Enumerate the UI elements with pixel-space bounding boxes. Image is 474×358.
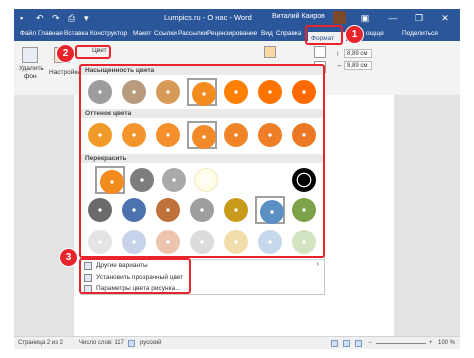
picture-style-icon[interactable] <box>264 46 276 58</box>
redo-icon[interactable]: ↷ <box>52 13 60 23</box>
status-bar: Страница 2 из 2 Число слов: 117 русский … <box>14 336 460 349</box>
height-icon: ↕ <box>336 50 340 57</box>
web-layout-icon[interactable] <box>355 340 362 347</box>
tab-references[interactable]: Ссылки <box>154 30 177 37</box>
zoom-out-icon[interactable]: − <box>368 340 372 346</box>
tab-mailings[interactable]: Рассылки <box>178 30 207 37</box>
tab-tell-me[interactable]: ощще <box>366 30 384 37</box>
close-icon[interactable]: ✕ <box>438 11 452 25</box>
format-tab-highlight <box>305 25 343 45</box>
share-button[interactable]: Поделиться <box>402 30 438 37</box>
width-field[interactable]: 8,89 см <box>344 61 372 70</box>
read-mode-icon[interactable] <box>331 340 338 347</box>
print-icon[interactable]: ⎙ <box>68 13 75 23</box>
callout-badge-1: 1 <box>345 25 364 44</box>
callout-badge-2: 2 <box>56 44 75 63</box>
remove-background-icon[interactable] <box>22 47 38 63</box>
language[interactable]: русский <box>140 340 162 346</box>
color-gallery-highlight <box>79 64 325 258</box>
arrange-icon[interactable] <box>314 46 326 58</box>
tab-help[interactable]: Справка <box>276 30 302 37</box>
remove-background-label-1[interactable]: Удалить <box>19 65 44 72</box>
menu-items-highlight <box>79 258 191 294</box>
word-count[interactable]: Число слов: 117 <box>79 340 124 346</box>
tab-layout[interactable]: Макет <box>133 30 151 37</box>
tab-view[interactable]: Вид <box>261 30 273 37</box>
undo-icon[interactable]: ↶ <box>36 13 44 23</box>
color-button-highlight[interactable] <box>75 45 111 59</box>
restore-icon[interactable]: ❐ <box>412 11 426 25</box>
callout-badge-3: 3 <box>59 248 78 267</box>
height-field[interactable]: 8,89 см <box>344 49 372 58</box>
tab-design[interactable]: Конструктор <box>90 30 127 37</box>
title-bar: ▪ ↶ ↷ ⎙ ▾ Lumpics.ru - О нас - Word Вита… <box>14 9 460 27</box>
tab-insert[interactable]: Вставка <box>64 30 88 37</box>
minimize-icon[interactable]: — <box>386 11 400 25</box>
width-icon: ↔ <box>336 62 343 69</box>
tab-review[interactable]: Рецензирование <box>207 30 257 37</box>
remove-background-label-2[interactable]: фон <box>24 73 37 80</box>
avatar[interactable] <box>333 11 346 24</box>
tab-file[interactable]: Файл <box>20 30 36 37</box>
customize-qat-icon[interactable]: ▾ <box>84 13 89 23</box>
settings-label[interactable]: Настройки <box>49 69 81 76</box>
zoom-level[interactable]: 100 % <box>438 340 455 346</box>
proofing-icon[interactable] <box>128 340 135 347</box>
save-icon[interactable]: ▪ <box>20 13 23 23</box>
ribbon-display-icon[interactable]: ▣ <box>358 11 372 25</box>
window-title: Lumpics.ru - О нас - Word <box>164 13 252 22</box>
zoom-slider[interactable] <box>376 343 426 344</box>
zoom-in-icon[interactable]: + <box>429 340 433 346</box>
submenu-arrow-icon: › <box>316 261 319 268</box>
ribbon-tabs: Файл Главная Вставка Конструктор Макет С… <box>14 27 460 46</box>
page-count[interactable]: Страница 2 из 2 <box>18 340 63 346</box>
print-layout-icon[interactable] <box>343 340 350 347</box>
tab-home[interactable]: Главная <box>38 30 63 37</box>
user-name[interactable]: Виталий Каиров <box>272 13 325 20</box>
